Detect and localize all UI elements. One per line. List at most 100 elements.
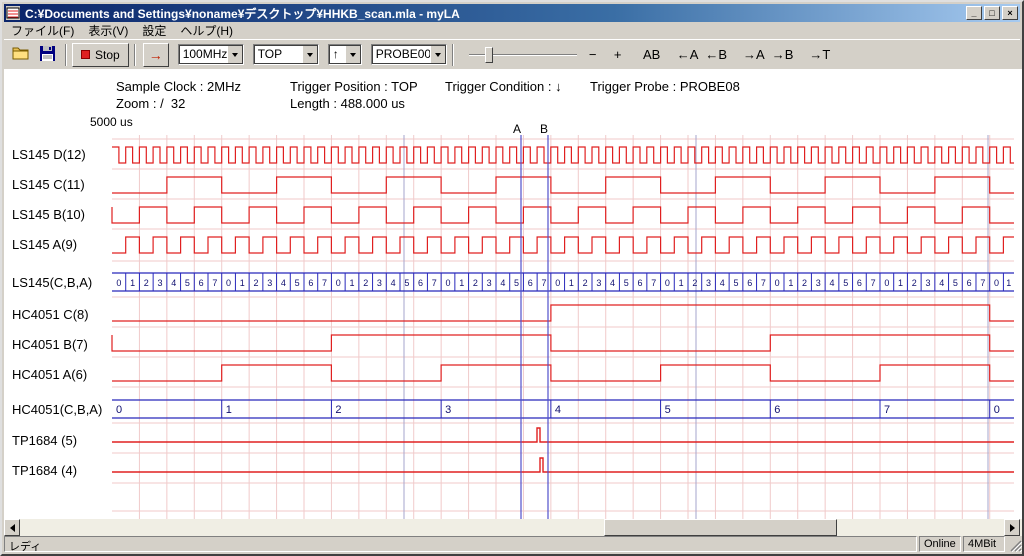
waveform-ls145-d12 — [112, 147, 1014, 163]
bus-value-ls145-bus: 7 — [651, 278, 656, 288]
bus-value-hc4051-bus: 7 — [884, 404, 890, 416]
maximize-button[interactable]: □ — [984, 6, 1000, 20]
goto-a-right-button[interactable]: →A — [741, 44, 767, 66]
bus-value-ls145-bus: 3 — [816, 278, 821, 288]
bus-value-ls145-bus: 5 — [624, 278, 629, 288]
channel-label-tp1684-5: TP1684 (5) — [12, 433, 77, 448]
bus-value-ls145-bus: 4 — [610, 278, 615, 288]
channel-label-ls145-bus: LS145(C,B,A) — [12, 275, 92, 290]
zoom-in-button[interactable]: + — [607, 44, 629, 66]
chevron-down-icon[interactable] — [302, 45, 318, 64]
bus-value-ls145-bus: 3 — [267, 278, 272, 288]
zoom-slider[interactable] — [467, 44, 579, 66]
titlebar[interactable]: C:¥Documents and Settings¥noname¥デスクトップ¥… — [4, 4, 1020, 22]
bus-value-ls145-bus: 5 — [953, 278, 958, 288]
status-online: Online — [919, 536, 961, 552]
bus-value-hc4051-bus: 3 — [445, 404, 451, 416]
stop-button-label: Stop — [95, 48, 120, 62]
stop-button[interactable]: Stop — [72, 43, 129, 67]
waveform-hc4051-b7 — [112, 335, 1014, 351]
clock-rate-select[interactable]: 100MHz — [178, 44, 244, 65]
bus-value-ls145-bus: 0 — [555, 278, 560, 288]
bus-value-ls145-bus: 5 — [185, 278, 190, 288]
channel-label-tp1684-4: TP1684 (4) — [12, 463, 77, 478]
bus-value-ls145-bus: 0 — [884, 278, 889, 288]
bus-value-ls145-bus: 0 — [116, 278, 121, 288]
scroll-right-icon — [1010, 524, 1015, 532]
chevron-down-icon[interactable] — [430, 45, 446, 64]
bus-value-ls145-bus: 3 — [925, 278, 930, 288]
waveform-ls145-b10 — [112, 207, 1014, 223]
bus-value-ls145-bus: 4 — [171, 278, 176, 288]
channel-label-hc4051-bus: HC4051(C,B,A) — [12, 402, 102, 417]
bus-value-ls145-bus: 3 — [487, 278, 492, 288]
trigger-edge-select[interactable]: ↑ — [328, 44, 362, 65]
bus-value-hc4051-bus: 2 — [335, 404, 341, 416]
resize-grip-icon[interactable] — [1007, 536, 1022, 552]
minimize-button[interactable]: _ — [966, 6, 982, 20]
open-button[interactable] — [8, 43, 34, 67]
cursor-b-label[interactable]: B — [540, 122, 548, 136]
time-division-label: 5000 us — [90, 115, 133, 129]
ab-cursor-button[interactable]: AB — [641, 44, 663, 66]
waveform-canvas[interactable]: LS145 D(12)LS145 C(11)LS145 B(10)LS145 A… — [4, 69, 1020, 519]
trigger-edge-value: ↑ — [329, 45, 345, 64]
cursor-a-label[interactable]: A — [513, 122, 521, 136]
chevron-down-icon[interactable] — [345, 45, 361, 64]
bus-value-ls145-bus: 7 — [322, 278, 327, 288]
bus-value-ls145-bus: 1 — [569, 278, 574, 288]
probe-select[interactable]: PROBE00 — [371, 44, 447, 65]
status-message: レディ — [4, 536, 917, 552]
scroll-left-icon — [10, 524, 15, 532]
cursor-nav-group: −+ AB ←A←B →A→B →T — [579, 44, 833, 66]
open-folder-icon — [12, 46, 30, 63]
bus-value-ls145-bus: 5 — [404, 278, 409, 288]
bus-value-hc4051-bus: 0 — [994, 404, 1000, 416]
menu-item-0[interactable]: ファイル(F) — [4, 21, 81, 40]
bus-value-ls145-bus: 1 — [788, 278, 793, 288]
menu-item-3[interactable]: ヘルプ(H) — [173, 21, 240, 40]
save-button[interactable] — [34, 43, 60, 67]
waveform-hc4051-c8 — [112, 305, 1014, 321]
bus-value-ls145-bus: 7 — [432, 278, 437, 288]
waveform-view: Sample Clock : 2MHz Trigger Position : T… — [4, 69, 1022, 519]
chevron-down-icon[interactable] — [227, 45, 243, 64]
goto-a-left-button[interactable]: ←A — [675, 44, 701, 66]
close-button[interactable]: × — [1002, 6, 1018, 20]
zoom-slider-thumb[interactable] — [485, 47, 493, 63]
channel-label-ls145-d12: LS145 D(12) — [12, 147, 86, 162]
bus-value-ls145-bus: 4 — [720, 278, 725, 288]
trigger-position-value: TOP — [254, 45, 302, 64]
goto-b-right-button[interactable]: →B — [770, 44, 796, 66]
stop-square-icon — [81, 50, 90, 59]
waveform-ls145-a9 — [112, 237, 1014, 253]
clock-rate-value: 100MHz — [179, 45, 227, 64]
goto-b-left-button[interactable]: ←B — [703, 44, 729, 66]
bus-value-ls145-bus: 1 — [1006, 278, 1011, 288]
menu-item-1[interactable]: 表示(V) — [81, 21, 135, 40]
menu-item-2[interactable]: 設定 — [135, 21, 173, 40]
bus-value-ls145-bus: 6 — [418, 278, 423, 288]
bus-value-ls145-bus: 1 — [130, 278, 135, 288]
bus-value-ls145-bus: 1 — [898, 278, 903, 288]
bus-value-hc4051-bus: 1 — [226, 404, 232, 416]
toolbar-separator — [134, 44, 136, 66]
bus-value-ls145-bus: 6 — [857, 278, 862, 288]
probe-value: PROBE00 — [372, 45, 430, 64]
zoom-out-button[interactable]: − — [582, 44, 604, 66]
channel-label-ls145-b10: LS145 B(10) — [12, 207, 85, 222]
bus-value-ls145-bus: 0 — [665, 278, 670, 288]
trigger-position-select[interactable]: TOP — [253, 44, 319, 65]
run-button[interactable]: → — [143, 43, 169, 67]
bus-value-ls145-bus: 1 — [459, 278, 464, 288]
bus-value-ls145-bus: 2 — [912, 278, 917, 288]
channel-label-hc4051-a6: HC4051 A(6) — [12, 367, 87, 382]
status-memory: 4MBit — [963, 536, 1005, 552]
bus-value-ls145-bus: 1 — [679, 278, 684, 288]
bus-value-ls145-bus: 0 — [775, 278, 780, 288]
goto-trigger-button[interactable]: →T — [807, 44, 832, 66]
bus-value-ls145-bus: 2 — [583, 278, 588, 288]
bus-value-ls145-bus: 1 — [240, 278, 245, 288]
bus-value-ls145-bus: 7 — [980, 278, 985, 288]
bus-value-ls145-bus: 1 — [349, 278, 354, 288]
